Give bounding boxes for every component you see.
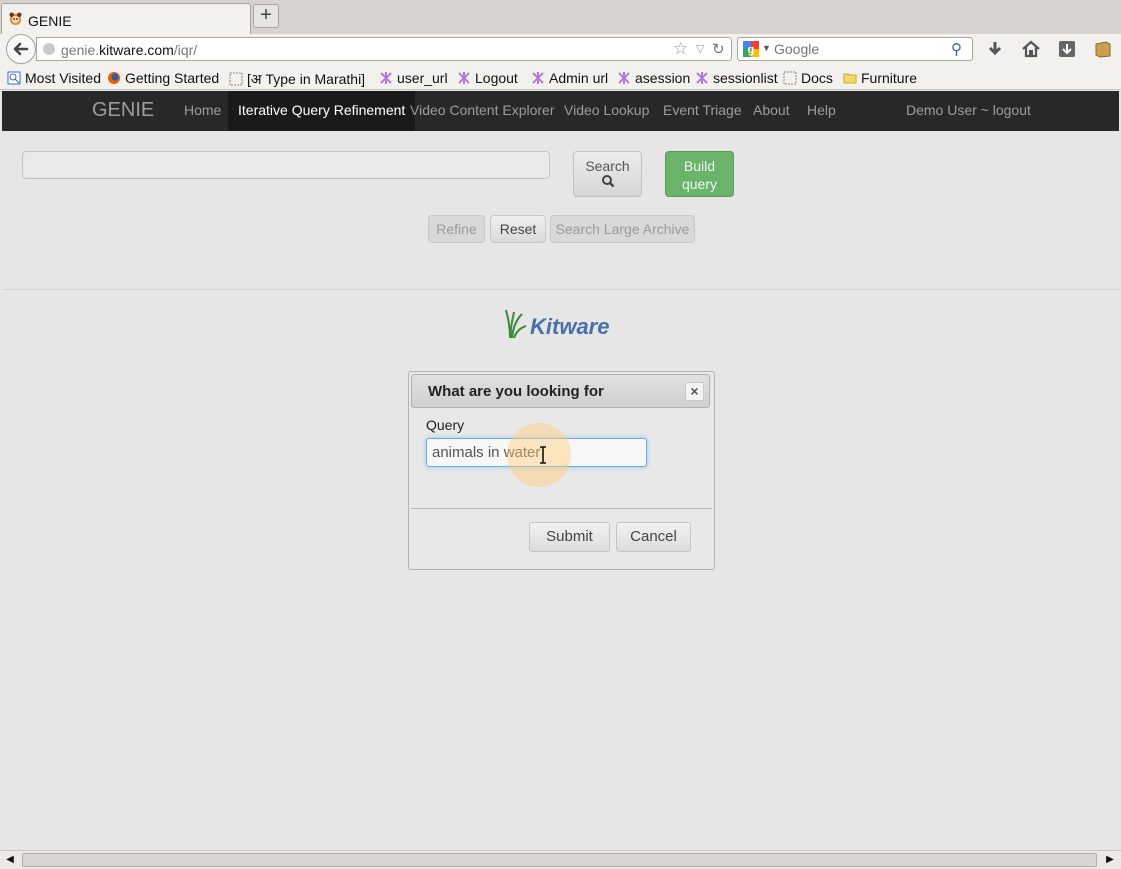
page-icon bbox=[229, 72, 243, 86]
bookmark-admin-url[interactable]: Admin url bbox=[531, 70, 608, 86]
bookmark-sessionlist[interactable]: sessionlist bbox=[695, 70, 778, 86]
close-icon[interactable]: × bbox=[685, 382, 704, 401]
nav-video-content-explorer[interactable]: Video Content Explorer bbox=[400, 91, 565, 131]
query-search-input[interactable] bbox=[22, 151, 550, 179]
bookmark-docs[interactable]: Docs bbox=[783, 70, 833, 86]
dialog-header: What are you looking for × bbox=[411, 374, 710, 408]
search-large-archive-button[interactable]: Search Large Archive bbox=[550, 215, 695, 243]
app-navbar: GENIE Home Iterative Query Refinement Vi… bbox=[2, 91, 1119, 132]
user-logout-link[interactable]: Demo User ~ logout bbox=[896, 91, 1041, 131]
download-manager-icon[interactable] bbox=[1056, 38, 1078, 60]
downloads-icon[interactable] bbox=[984, 38, 1006, 60]
engine-dropdown-icon[interactable]: ▼ bbox=[762, 43, 771, 53]
query-dialog: What are you looking for × Query animals… bbox=[408, 371, 715, 570]
back-button[interactable] bbox=[6, 34, 36, 64]
scroll-left-arrow-icon[interactable]: ◀ bbox=[3, 853, 17, 867]
query-label: Query bbox=[426, 417, 465, 433]
svg-text:g: g bbox=[748, 44, 755, 56]
new-tab-button[interactable]: + bbox=[253, 4, 279, 28]
bookmark-user-url[interactable]: user_url bbox=[379, 70, 448, 86]
horizontal-scrollbar[interactable]: ◀ ▶ bbox=[0, 850, 1121, 869]
bookmark-asession[interactable]: asession bbox=[617, 70, 690, 86]
history-dropdown-icon[interactable]: ▽ bbox=[696, 42, 704, 55]
most-visited-icon bbox=[7, 71, 21, 85]
nav-home[interactable]: Home bbox=[174, 91, 231, 131]
cancel-button[interactable]: Cancel bbox=[616, 522, 691, 552]
bookmark-icon bbox=[532, 72, 544, 84]
tab-title: GENIE bbox=[28, 13, 72, 29]
nav-iterative-query-refinement[interactable]: Iterative Query Refinement bbox=[228, 91, 416, 131]
folder-icon bbox=[843, 73, 857, 84]
scrollbar-thumb[interactable] bbox=[22, 853, 1097, 867]
back-arrow-icon bbox=[13, 42, 29, 56]
brand-logo[interactable]: GENIE bbox=[92, 99, 154, 122]
bookmark-icon bbox=[380, 72, 392, 84]
nav-video-lookup[interactable]: Video Lookup bbox=[554, 91, 659, 131]
bookmark-icon bbox=[696, 72, 708, 84]
text-cursor-icon bbox=[540, 446, 546, 464]
bookmark-furniture-folder[interactable]: Furniture bbox=[843, 70, 917, 86]
build-query-button[interactable]: Build query bbox=[665, 151, 734, 197]
bookmark-star-icon[interactable]: ☆ bbox=[673, 39, 688, 59]
url-text: genie.kitware.com/iqr/ bbox=[61, 42, 198, 58]
search-input[interactable] bbox=[774, 40, 944, 58]
dialog-title: What are you looking for bbox=[428, 383, 604, 400]
google-engine-icon[interactable]: g bbox=[743, 41, 759, 57]
nav-help[interactable]: Help bbox=[797, 91, 846, 131]
reset-button[interactable]: Reset bbox=[490, 215, 546, 243]
bookmark-icon bbox=[618, 72, 630, 84]
reload-icon[interactable]: ↻ bbox=[712, 40, 725, 58]
browser-search-box[interactable]: g ▼ ⚲ bbox=[737, 37, 973, 61]
kitware-logo-text: Kitware bbox=[530, 314, 610, 339]
page-icon bbox=[783, 71, 797, 85]
submit-button[interactable]: Submit bbox=[529, 522, 610, 552]
nav-about[interactable]: About bbox=[743, 91, 800, 131]
kitware-logo: Kitware bbox=[504, 308, 609, 343]
home-icon[interactable] bbox=[1020, 38, 1042, 60]
bookmark-logout[interactable]: Logout bbox=[457, 70, 518, 86]
addon-icon[interactable] bbox=[1092, 38, 1114, 60]
address-bar[interactable]: genie.kitware.com/iqr/ ☆ ▽ ↻ bbox=[36, 37, 732, 61]
dialog-footer-divider bbox=[411, 508, 712, 509]
nav-event-triage[interactable]: Event Triage bbox=[653, 91, 752, 131]
bookmark-getting-started[interactable]: Getting Started bbox=[107, 70, 219, 86]
bookmark-icon bbox=[458, 72, 470, 84]
bookmark-most-visited[interactable]: Most Visited bbox=[7, 70, 101, 86]
kitware-leaf-icon bbox=[505, 309, 527, 339]
search-icon bbox=[601, 175, 614, 188]
refine-button[interactable]: Refine bbox=[428, 215, 485, 243]
search-button[interactable]: Search bbox=[573, 151, 642, 197]
bookmarks-toolbar: Most Visited Getting Started [अ Type in … bbox=[0, 65, 1121, 90]
firefox-icon bbox=[108, 72, 120, 84]
site-identity-icon bbox=[43, 43, 55, 55]
search-go-icon[interactable]: ⚲ bbox=[951, 40, 962, 58]
section-divider bbox=[2, 289, 1119, 290]
genie-favicon-icon bbox=[9, 12, 22, 26]
bookmark-type-in-marathi[interactable]: [अ Type in Marathi] bbox=[229, 70, 365, 89]
scroll-right-arrow-icon[interactable]: ▶ bbox=[1103, 853, 1117, 867]
browser-tab[interactable]: GENIE bbox=[1, 3, 251, 34]
browser-tab-strip: GENIE + bbox=[0, 0, 1121, 34]
